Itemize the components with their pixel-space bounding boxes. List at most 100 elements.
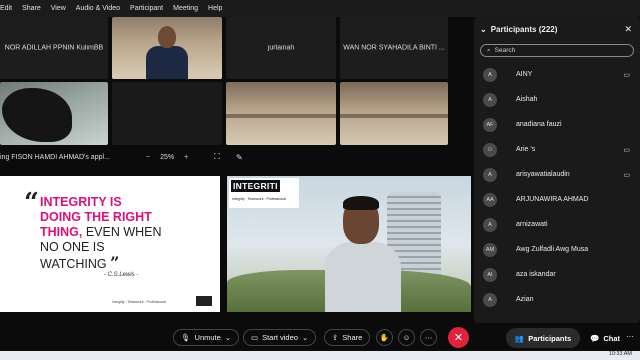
unmute-label: Unmute [194,333,221,342]
participants-button[interactable]: 👥 Participants [506,328,580,348]
participant-name: Azian [516,296,534,303]
participant-name: aza iskandar [516,271,556,278]
end-call-button[interactable]: ✕ [448,327,469,348]
video-icon: ▭ [623,146,630,154]
slide-footer: Integrity · Teamwork · Professional [112,300,166,304]
close-icon: ✕ [453,332,464,344]
zoom-in-button[interactable]: + [184,154,188,161]
chevron-down-icon: ⌄ [301,333,309,342]
share-button[interactable]: ⇪ Share [324,329,371,346]
share-icon: ⇪ [332,333,339,342]
start-video-button[interactable]: ▭ Start video ⌄ [243,329,317,346]
quote-line: NO ONE IS [40,240,105,254]
menu-help[interactable]: Help [208,5,222,12]
quote-text: INTEGRITY IS DOING THE RIGHT THING, EVEN… [40,195,216,272]
avatar: AF [483,117,497,132]
avatar: A [483,67,497,82]
participant-name: Arie 's [516,146,536,153]
participant-row[interactable]: A AINY ▭ [474,62,640,87]
video-icon: ▭ [623,171,630,179]
quote-line: DOING THE RIGHT [40,210,152,224]
video-tile[interactable] [226,82,336,145]
menu-meeting[interactable]: Meeting [173,5,198,12]
avatar: A [483,292,497,307]
video-tile[interactable] [112,82,222,145]
user-icon: ⚇ [483,142,497,157]
taskbar: 10:33 AM [0,351,640,360]
video-tile[interactable]: WAN NOR SYAHADILA BINTI ... [340,17,448,79]
participant-video [112,26,222,79]
menu-participant[interactable]: Participant [130,5,163,12]
chevron-down-icon[interactable]: ⌄ [480,25,487,34]
participants-label: Participants [528,333,572,343]
chevron-down-icon: ⌄ [224,333,232,342]
participant-video [340,113,448,118]
chat-icon: 💬 [590,333,600,343]
close-icon[interactable]: ✕ [624,24,632,35]
raise-hand-button[interactable]: ✋ [376,329,393,346]
menu-view[interactable]: View [51,5,66,12]
video-icon: ▭ [623,71,630,79]
reactions-button[interactable]: ☺ [398,329,415,346]
menu-audio-video[interactable]: Audio & Video [76,5,120,12]
search-input[interactable]: ⌕ Search [480,44,634,57]
quote-line: EVEN WHEN [82,225,162,239]
quote-author: - C.S.Lewis - [104,272,139,278]
participant-row[interactable]: A Azian [474,287,640,312]
more-icon: ⋯ [424,333,433,342]
fit-screen-icon[interactable]: ⛶ [214,152,220,162]
participants-panel: ⌄ Participants (222) ✕ ⌕ Search A AINY ▭ A A… [474,17,640,323]
panel-title: Participants (222) [490,24,558,34]
chat-button[interactable]: 💬 Chat [590,328,620,348]
avatar: A [483,217,497,232]
avatar: AI [483,267,497,282]
meeting-controls: 🎙 Unmute ⌄ ▭ Start video ⌄ ⇪ Share ✋ ☺ ⋯… [0,323,640,351]
more-icon[interactable]: ⋯ [626,332,634,341]
panel-header: ⌄ Participants (222) ✕ [480,23,634,35]
zoom-controls: − 25% + [146,154,188,161]
active-speaker-video[interactable]: INTEGRITI Integrity · Teamwork · Profess… [227,176,471,312]
participant-list: A AINY ▭ A Aishah AF anadiana fauzi ⚇ Arie 's ▭ Aa… [474,62,640,312]
share-toolbar: ing FISON HAMDI AHMAD's appl... − 25% + … [0,148,470,166]
shared-screen: “ INTEGRITY IS DOING THE RIGHT THING, EV… [0,176,220,312]
menu-bar: Edit Share View Audio & Video Participan… [0,0,640,17]
smiley-icon: ☺ [402,333,411,342]
participant-row[interactable]: AF anadiana fauzi [474,112,640,137]
video-tile[interactable] [340,82,448,145]
share-label: Share [342,333,363,342]
participant-video [226,113,336,118]
zoom-out-button[interactable]: − [146,154,150,161]
participant-name: arnizawati [516,221,548,228]
menu-edit[interactable]: Edit [0,5,12,12]
participant-row[interactable]: AA ARJUNAWIRA AHMAD [474,187,640,212]
people-icon: 👥 [514,333,525,343]
video-tile[interactable]: jurlainah [226,17,336,79]
participant-row[interactable]: Aarisyawatialaudin ▭ [474,162,640,187]
speaker-person [325,196,401,312]
clock: 10:33 AM [608,351,632,357]
video-tile[interactable] [0,82,108,145]
open-quote: “ [24,188,39,218]
participant-name: ARJUNAWIRA AHMAD [516,196,589,203]
menu-share[interactable]: Share [22,5,41,12]
participant-name: AINY [516,71,533,78]
video-tile[interactable]: NOR ADILLAH PPNIN KulimBB [0,17,108,79]
quote-line: THING, [40,225,83,239]
video-tile[interactable] [112,17,222,79]
avatar: A [483,167,497,182]
avatar: AM [483,242,497,257]
unmute-button[interactable]: 🎙 Unmute ⌄ [173,329,240,346]
participant-name: Awg Zulfadli Awg Musa [516,246,589,253]
more-options-button[interactable]: ⋯ [420,329,437,346]
participant-row[interactable]: A Aishah [474,87,640,112]
participant-name: anadiana fauzi [516,121,562,128]
integriti-subtitle: Integrity · Teamwork · Professional [232,197,286,201]
annotate-icon[interactable]: ✎ [236,153,243,162]
participant-name: WAN NOR SYAHADILA BINTI ... [343,44,445,52]
participant-row[interactable]: ⚇ Arie 's ▭ [474,137,640,162]
participant-row[interactable]: Aarnizawati [474,212,640,237]
participant-row[interactable]: AM Awg Zulfadli Awg Musa [474,237,640,262]
participant-video [2,88,72,142]
zoom-level[interactable]: 25% [160,154,174,161]
participant-row[interactable]: AI aza iskandar [474,262,640,287]
